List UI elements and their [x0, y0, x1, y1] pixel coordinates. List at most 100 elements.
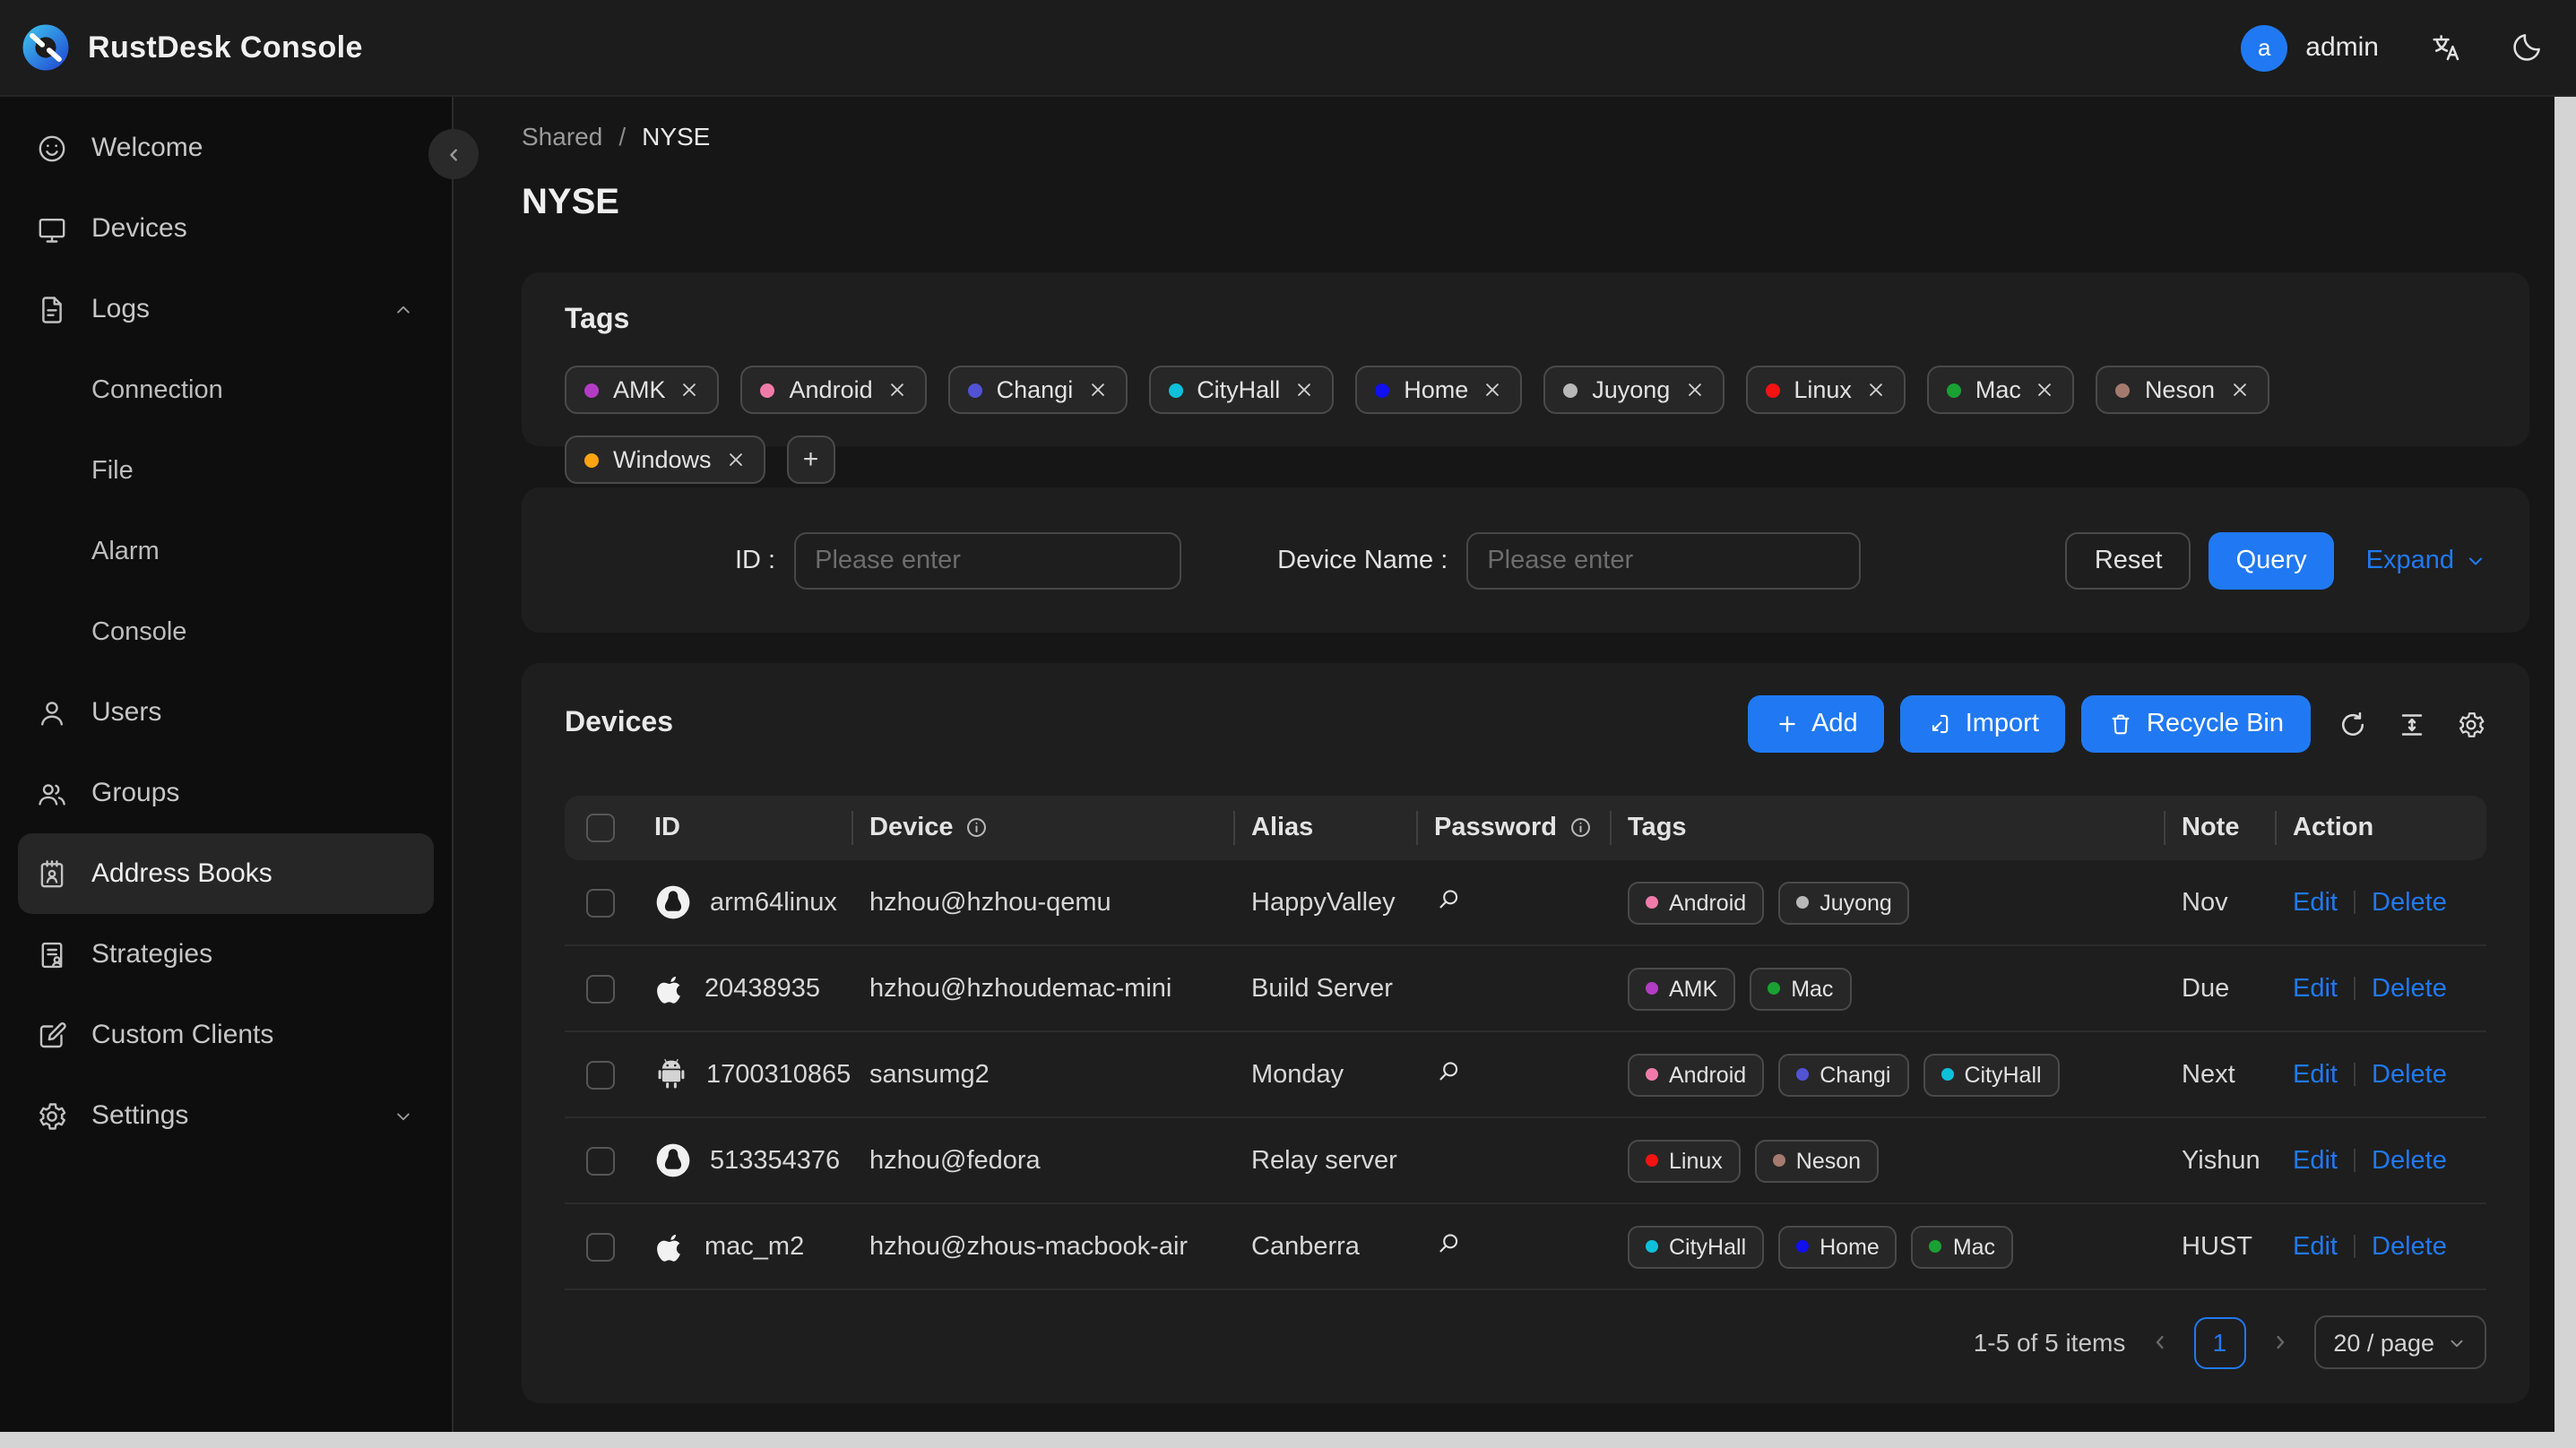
row-checkbox[interactable]	[586, 888, 615, 918]
tag-remove-icon[interactable]	[887, 380, 907, 400]
refresh-icon[interactable]	[2338, 709, 2368, 739]
note-cell: Yishun	[2164, 1118, 2275, 1204]
tag-color-dot	[1646, 982, 1658, 995]
view-password-icon[interactable]	[1434, 1228, 1463, 1257]
tag-chip-neson: Neson	[2096, 366, 2269, 414]
tag-chip-amk: AMK	[565, 366, 720, 414]
table-settings-gear-icon[interactable]	[2456, 709, 2486, 739]
user-icon	[36, 696, 68, 728]
theme-toggle-moon-icon[interactable]	[2510, 30, 2544, 65]
edit-link[interactable]: Edit	[2293, 888, 2338, 917]
sidebar-item-connection[interactable]: Connection	[0, 349, 452, 430]
row-checkbox[interactable]	[586, 1146, 615, 1176]
select-all-checkbox[interactable]	[586, 814, 615, 843]
edit-square-icon	[36, 1019, 68, 1051]
query-button[interactable]: Query	[2209, 531, 2334, 589]
table-row: 1700310865 sansumg2 Monday Android Chang…	[565, 1032, 2486, 1118]
apple-os-icon	[654, 1228, 687, 1264]
tag-color-dot	[1646, 1068, 1658, 1081]
row-checkbox[interactable]	[586, 1232, 615, 1262]
sidebar-item-users[interactable]: Users	[18, 672, 434, 753]
sidebar-item-welcome[interactable]: Welcome	[18, 108, 434, 188]
row-checkbox[interactable]	[586, 1060, 615, 1090]
vertical-scrollbar[interactable]	[2554, 97, 2576, 1432]
sidebar-item-file[interactable]: File	[0, 430, 452, 511]
delete-link[interactable]: Delete	[2372, 974, 2447, 1003]
id-input[interactable]	[793, 531, 1181, 589]
avatar[interactable]: a	[2241, 24, 2288, 71]
column-height-icon[interactable]	[2397, 709, 2427, 739]
horizontal-scrollbar[interactable]	[0, 1432, 2576, 1448]
page-1-button[interactable]: 1	[2193, 1316, 2246, 1368]
device-name-input[interactable]	[1465, 531, 1861, 589]
import-button[interactable]: Import	[1900, 695, 2066, 753]
delete-link[interactable]: Delete	[2372, 888, 2447, 917]
tag-remove-icon[interactable]	[726, 450, 746, 470]
info-icon[interactable]	[1568, 816, 1592, 840]
sidebar-item-devices[interactable]: Devices	[18, 188, 434, 269]
tag-chip-cityhall: CityHall	[1148, 366, 1335, 414]
recycle-bin-button[interactable]: Recycle Bin	[2081, 695, 2311, 753]
sidebar-item-alarm[interactable]: Alarm	[0, 511, 452, 591]
sidebar-item-logs[interactable]: Logs	[18, 269, 434, 349]
tags-list: AMK Android Changi CityHall Home Juyong	[565, 366, 2486, 484]
note-cell: HUST	[2164, 1204, 2275, 1290]
view-password-icon[interactable]	[1434, 884, 1463, 913]
breadcrumb-current: NYSE	[642, 122, 711, 151]
tag-chip-mac: Mac	[1911, 1225, 2014, 1268]
expand-link[interactable]: Expand	[2366, 546, 2486, 574]
sidebar-item-custom-clients[interactable]: Custom Clients	[18, 995, 434, 1075]
next-page-icon[interactable]	[2269, 1332, 2290, 1353]
alias-cell: Relay server	[1233, 1118, 1416, 1204]
tag-remove-icon[interactable]	[1684, 380, 1704, 400]
alias-cell: Monday	[1233, 1032, 1416, 1118]
row-checkbox[interactable]	[586, 974, 615, 1004]
tag-remove-icon[interactable]	[1482, 380, 1502, 400]
filter-actions: Reset Query Expand	[2065, 531, 2486, 589]
delete-link[interactable]: Delete	[2372, 1232, 2447, 1261]
sidebar-item-console[interactable]: Console	[0, 591, 452, 672]
edit-link[interactable]: Edit	[2293, 974, 2338, 1003]
tag-color-dot	[1646, 1240, 1658, 1253]
tag-remove-icon[interactable]	[680, 380, 700, 400]
username[interactable]: admin	[2305, 32, 2379, 63]
tags-card-title: Tags	[565, 305, 630, 335]
user-area: a admin	[2241, 24, 2544, 71]
prev-page-icon[interactable]	[2148, 1332, 2170, 1353]
tag-remove-icon[interactable]	[1866, 380, 1886, 400]
tag-remove-icon[interactable]	[2036, 380, 2055, 400]
sidebar-item-groups[interactable]: Groups	[18, 753, 434, 833]
brand: RustDesk Console	[22, 23, 363, 72]
translate-icon[interactable]	[2429, 30, 2463, 65]
tag-remove-icon[interactable]	[1087, 380, 1107, 400]
col-password: Password	[1416, 796, 1610, 860]
page-size-select[interactable]: 20 / page	[2313, 1315, 2486, 1369]
delete-link[interactable]: Delete	[2372, 1146, 2447, 1175]
monitor-icon	[36, 212, 68, 245]
device-cell: hzhou@zhous-macbook-air	[851, 1204, 1233, 1290]
sidebar-item-address-books[interactable]: Address Books	[18, 833, 434, 914]
tag-remove-icon[interactable]	[1294, 380, 1314, 400]
edit-link[interactable]: Edit	[2293, 1060, 2338, 1089]
add-tag-button[interactable]: +	[786, 435, 835, 484]
delete-link[interactable]: Delete	[2372, 1060, 2447, 1089]
tags-cell: Android Juyong	[1610, 860, 2164, 946]
sidebar-item-strategies[interactable]: Strategies	[18, 914, 434, 995]
sidebar-item-settings[interactable]: Settings	[18, 1075, 434, 1156]
users-icon	[36, 777, 68, 809]
tag-chip-home: Home	[1355, 366, 1523, 414]
info-icon[interactable]	[964, 816, 989, 840]
edit-link[interactable]: Edit	[2293, 1232, 2338, 1261]
breadcrumb-shared[interactable]: Shared	[522, 122, 602, 151]
view-password-icon[interactable]	[1434, 1056, 1463, 1085]
add-button[interactable]: Add	[1747, 695, 1885, 753]
tag-remove-icon[interactable]	[2229, 380, 2249, 400]
col-device: Device	[851, 796, 1233, 860]
sidebar-collapse-button[interactable]	[428, 129, 479, 179]
note-cell: Next	[2164, 1032, 2275, 1118]
chevron-down-icon	[2451, 1339, 2463, 1347]
col-tags: Tags	[1610, 796, 2164, 860]
tag-chip-mac: Mac	[1926, 366, 2075, 414]
reset-button[interactable]: Reset	[2065, 531, 2191, 589]
edit-link[interactable]: Edit	[2293, 1146, 2338, 1175]
